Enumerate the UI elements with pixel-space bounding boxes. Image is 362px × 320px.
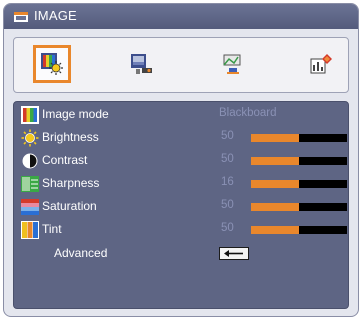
brightness-slider-fill <box>251 134 299 142</box>
settings-panel: Image mode Blackboard Brightness 50 Cont… <box>13 101 349 309</box>
display-icon <box>131 54 152 74</box>
title-bar: IMAGE <box>4 4 358 29</box>
saturation-label: Saturation <box>42 199 97 213</box>
saturation-slider-fill <box>251 203 299 211</box>
enter-icon <box>224 250 243 257</box>
image-mode-value: Blackboard <box>219 107 277 119</box>
sharpness-value: 16 <box>221 176 234 188</box>
contrast-value: 50 <box>221 153 234 165</box>
contrast-slider-fill <box>251 157 299 165</box>
row-advanced[interactable]: Advanced <box>14 244 348 264</box>
tint-icon <box>21 221 39 239</box>
tab-setup[interactable] <box>214 45 252 83</box>
saturation-slider[interactable] <box>251 203 347 211</box>
image-icon <box>41 53 63 75</box>
sharpness-label: Sharpness <box>42 176 100 190</box>
advanced-label: Advanced <box>54 246 108 260</box>
row-contrast[interactable]: Contrast 50 <box>14 151 348 171</box>
tint-value: 50 <box>221 222 234 234</box>
brightness-label: Brightness <box>42 130 99 144</box>
image-mode-icon <box>21 106 39 124</box>
advanced-enter-button[interactable] <box>219 247 249 260</box>
tint-label: Tint <box>42 222 62 236</box>
row-brightness[interactable]: Brightness 50 <box>14 128 348 148</box>
row-image-mode[interactable]: Image mode Blackboard <box>14 105 348 125</box>
brightness-slider[interactable] <box>251 134 347 142</box>
row-saturation[interactable]: Saturation 50 <box>14 197 348 217</box>
row-tint[interactable]: Tint 50 <box>14 220 348 240</box>
options-icon <box>310 54 332 74</box>
contrast-label: Contrast <box>42 153 88 167</box>
sharpness-icon <box>21 175 39 193</box>
tint-slider-fill <box>251 226 299 234</box>
menu-title: IMAGE <box>34 8 77 23</box>
tab-image[interactable] <box>33 45 71 83</box>
menu-icon <box>14 9 30 23</box>
tab-options[interactable] <box>302 45 340 83</box>
saturation-icon <box>21 198 39 216</box>
setup-icon <box>223 54 241 74</box>
tab-display[interactable] <box>122 45 160 83</box>
sharpness-slider-fill <box>251 180 299 188</box>
row-sharpness[interactable]: Sharpness 16 <box>14 174 348 194</box>
contrast-icon <box>21 152 39 170</box>
brightness-value: 50 <box>221 130 234 142</box>
image-mode-label: Image mode <box>42 107 109 121</box>
tint-slider[interactable] <box>251 226 347 234</box>
brightness-icon <box>21 129 39 147</box>
saturation-value: 50 <box>221 199 234 211</box>
tab-bar <box>13 37 349 93</box>
sharpness-slider[interactable] <box>251 180 347 188</box>
osd-menu: IMAGE Image mode Blackboard Brightness 5… <box>3 3 359 317</box>
contrast-slider[interactable] <box>251 157 347 165</box>
